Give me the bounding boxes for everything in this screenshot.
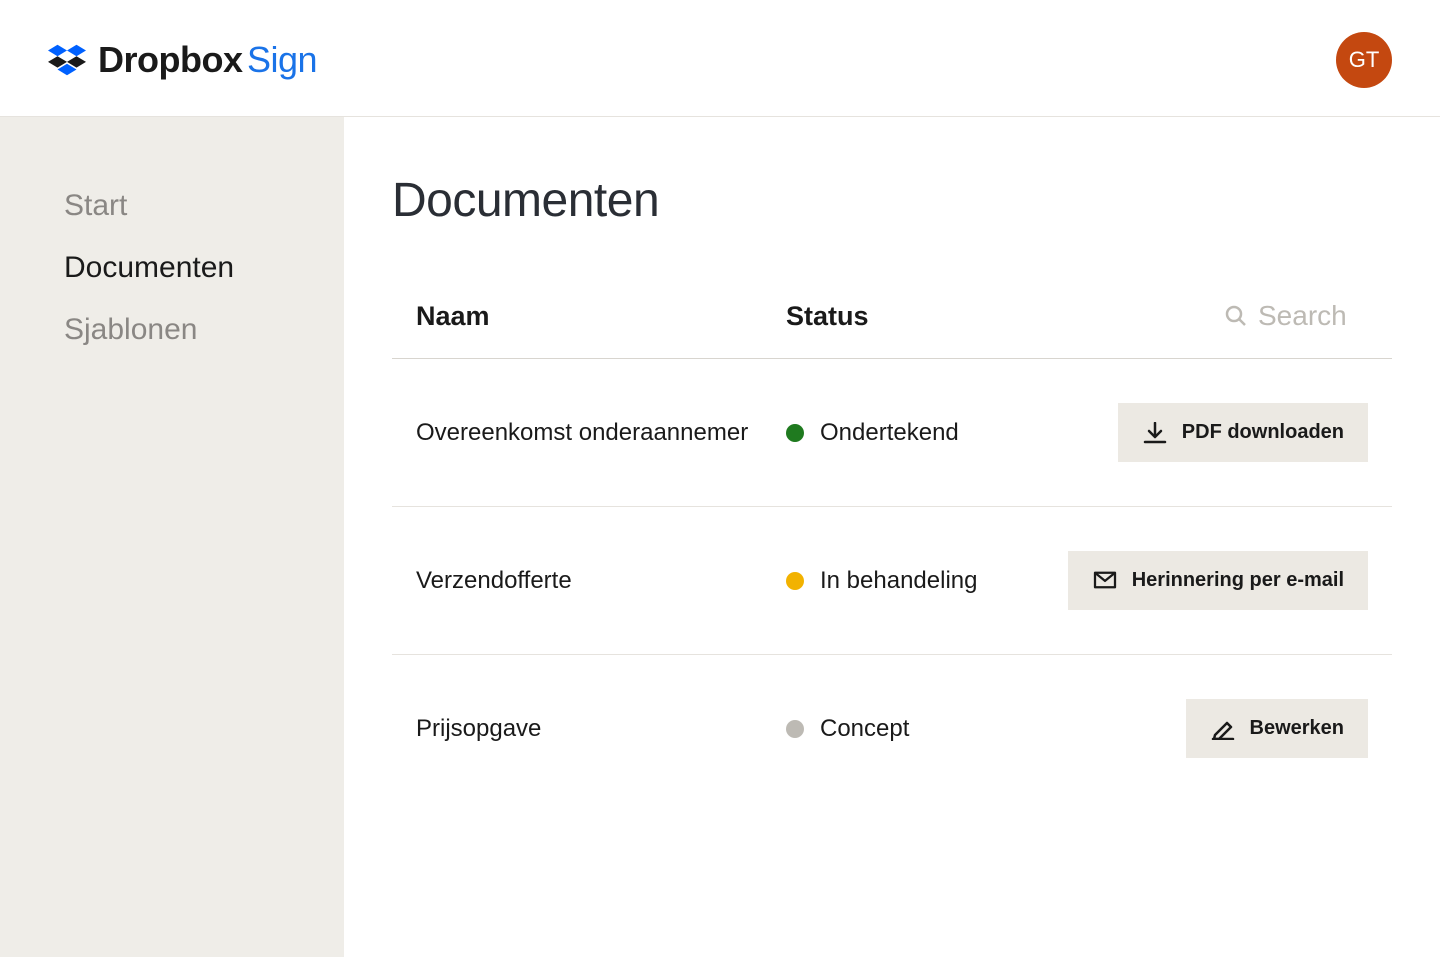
table-row: Verzendofferte In behandeling Herinnerin… [392,507,1392,655]
sidebar-item-sjablonen[interactable]: Sjablonen [64,299,280,361]
dropbox-logo-icon [48,41,86,79]
document-status: Concept [786,715,1186,743]
status-dot-icon [786,424,804,442]
search-icon [1224,304,1248,328]
action-label: Herinnering per e-mail [1132,569,1344,592]
header: Dropbox Sign GT [0,0,1440,117]
status-label: Ondertekend [820,419,959,447]
status-dot-icon [786,720,804,738]
logo[interactable]: Dropbox Sign [48,39,317,81]
document-name[interactable]: Overeenkomst onderaannemer [416,419,786,447]
table-row: Overeenkomst onderaannemer Ondertekend P… [392,359,1392,507]
avatar-initials: GT [1349,47,1380,73]
status-dot-icon [786,572,804,590]
avatar[interactable]: GT [1336,32,1392,88]
brand-sign: Sign [247,39,317,80]
page-title: Documenten [392,173,1392,228]
document-name[interactable]: Verzendofferte [416,567,786,595]
search-group[interactable] [1224,300,1368,332]
document-name[interactable]: Prijsopgave [416,715,786,743]
action-label: PDF downloaden [1182,421,1344,444]
column-header-name: Naam [416,301,786,332]
document-status: In behandeling [786,567,1068,595]
table-header: Naam Status [392,300,1392,359]
download-pdf-button[interactable]: PDF downloaden [1118,403,1368,462]
table-row: Prijsopgave Concept Bewerken [392,655,1392,802]
sidebar-item-start[interactable]: Start [64,175,280,237]
body: Start Documenten Sjablonen Documenten Na… [0,117,1440,957]
edit-icon [1210,718,1236,740]
status-label: Concept [820,715,909,743]
sidebar: Start Documenten Sjablonen [0,117,344,957]
search-input[interactable] [1258,300,1368,332]
download-icon [1142,422,1168,444]
action-label: Bewerken [1250,717,1345,740]
brand-dropbox: Dropbox [98,39,243,80]
edit-button[interactable]: Bewerken [1186,699,1369,758]
document-status: Ondertekend [786,419,1118,447]
status-label: In behandeling [820,567,977,595]
logo-text: Dropbox Sign [98,39,317,81]
mail-icon [1092,570,1118,592]
sidebar-item-documenten[interactable]: Documenten [64,237,280,299]
email-reminder-button[interactable]: Herinnering per e-mail [1068,551,1368,610]
main: Documenten Naam Status Overeenkomst onde… [344,117,1440,957]
column-header-status: Status [786,301,1224,332]
